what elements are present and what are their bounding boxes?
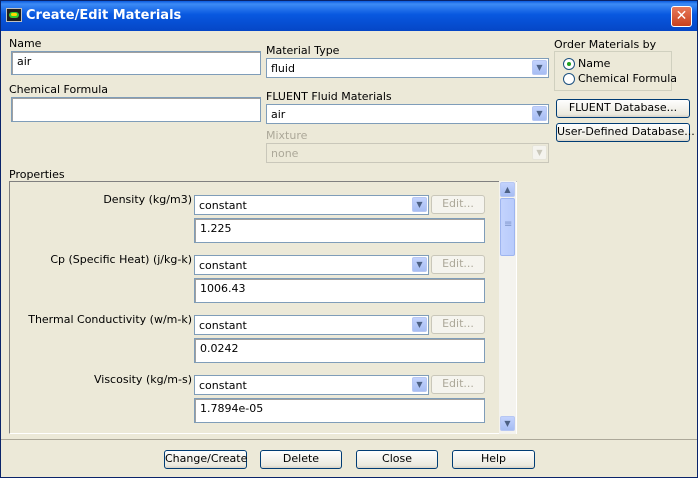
- chevron-down-icon[interactable]: ▼: [412, 257, 427, 272]
- material-type-value: fluid: [271, 62, 295, 75]
- order-by-chemical-formula-label: Chemical Formula: [578, 72, 678, 85]
- fluent-fluid-materials-value: air: [271, 108, 286, 121]
- density-method-value: constant: [199, 199, 247, 212]
- user-defined-database-button[interactable]: User-Defined Database...: [556, 123, 695, 142]
- scroll-down-icon[interactable]: ▼: [500, 416, 515, 431]
- properties-panel: Density (kg/m3) constant ▼ Edit... 1.225…: [9, 181, 517, 434]
- chevron-down-icon[interactable]: ▼: [412, 317, 427, 332]
- change-create-button[interactable]: Change/Create: [164, 450, 247, 469]
- button-bar-divider: [1, 439, 697, 440]
- cp-value-input[interactable]: 1006.43: [194, 278, 485, 303]
- chemical-formula-label: Chemical Formula: [9, 83, 109, 96]
- density-value-input[interactable]: 1.225: [194, 218, 485, 243]
- chevron-down-icon[interactable]: ▼: [532, 106, 547, 121]
- window-title: Create/Edit Materials: [26, 8, 182, 23]
- chevron-down-icon[interactable]: ▼: [532, 60, 547, 75]
- properties-label: Properties: [9, 168, 65, 181]
- cp-method-value: constant: [199, 259, 247, 272]
- fluent-fluid-materials-label: FLUENT Fluid Materials: [266, 90, 392, 103]
- title-bar[interactable]: Create/Edit Materials ✕: [1, 1, 697, 31]
- viscosity-method-select[interactable]: constant ▼: [194, 375, 429, 395]
- order-by-name-label: Name: [578, 57, 611, 70]
- help-button[interactable]: Help: [452, 450, 535, 469]
- close-button[interactable]: Close: [356, 450, 438, 469]
- cp-edit-button: Edit...: [431, 255, 485, 274]
- mixture-select: none ▼: [266, 143, 549, 163]
- delete-button[interactable]: Delete: [260, 450, 342, 469]
- cp-label: Cp (Specific Heat) (j/kg-k): [50, 253, 192, 266]
- create-edit-materials-dialog: Create/Edit Materials ✕ Name air Chemica…: [0, 0, 698, 478]
- order-by-chemical-formula-radio[interactable]: Chemical Formula: [563, 72, 677, 85]
- chevron-down-icon: ▼: [532, 145, 547, 160]
- order-by-name-radio[interactable]: Name: [563, 57, 610, 70]
- density-edit-button: Edit...: [431, 195, 485, 214]
- chevron-down-icon[interactable]: ▼: [412, 197, 427, 212]
- order-materials-by-label: Order Materials by: [554, 38, 657, 51]
- viscosity-edit-button: Edit...: [431, 375, 485, 394]
- thermal-conductivity-method-select[interactable]: constant ▼: [194, 315, 429, 335]
- chevron-down-icon[interactable]: ▼: [412, 377, 427, 392]
- material-type-label: Material Type: [266, 44, 340, 57]
- scrollbar-thumb[interactable]: [500, 198, 515, 256]
- chemical-formula-input[interactable]: [11, 97, 261, 122]
- close-window-button[interactable]: ✕: [671, 6, 692, 27]
- thermal-conductivity-label: Thermal Conductivity (w/m-k): [28, 313, 192, 326]
- density-method-select[interactable]: constant ▼: [194, 195, 429, 215]
- material-type-select[interactable]: fluid ▼: [266, 58, 549, 78]
- radio-unselected-icon[interactable]: [563, 72, 575, 85]
- density-label: Density (kg/m3): [103, 193, 192, 206]
- fluent-app-icon: [6, 8, 22, 22]
- viscosity-method-value: constant: [199, 379, 247, 392]
- fluent-database-button[interactable]: FLUENT Database...: [556, 99, 690, 118]
- name-input[interactable]: air: [11, 51, 261, 75]
- thermal-conductivity-edit-button: Edit...: [431, 315, 485, 334]
- scroll-up-icon[interactable]: ▲: [500, 182, 515, 197]
- thermal-conductivity-method-value: constant: [199, 319, 247, 332]
- name-label: Name: [9, 37, 42, 50]
- viscosity-label: Viscosity (kg/m-s): [93, 373, 192, 386]
- thermal-conductivity-value-input[interactable]: 0.0242: [194, 338, 485, 363]
- fluent-fluid-materials-select[interactable]: air ▼: [266, 104, 549, 124]
- properties-scrollbar[interactable]: ▲ ▼: [499, 181, 516, 434]
- viscosity-value-input[interactable]: 1.7894e-05: [194, 398, 485, 423]
- cp-method-select[interactable]: constant ▼: [194, 255, 429, 275]
- radio-selected-icon[interactable]: [563, 57, 575, 70]
- mixture-label: Mixture: [266, 129, 308, 142]
- mixture-value: none: [271, 147, 299, 160]
